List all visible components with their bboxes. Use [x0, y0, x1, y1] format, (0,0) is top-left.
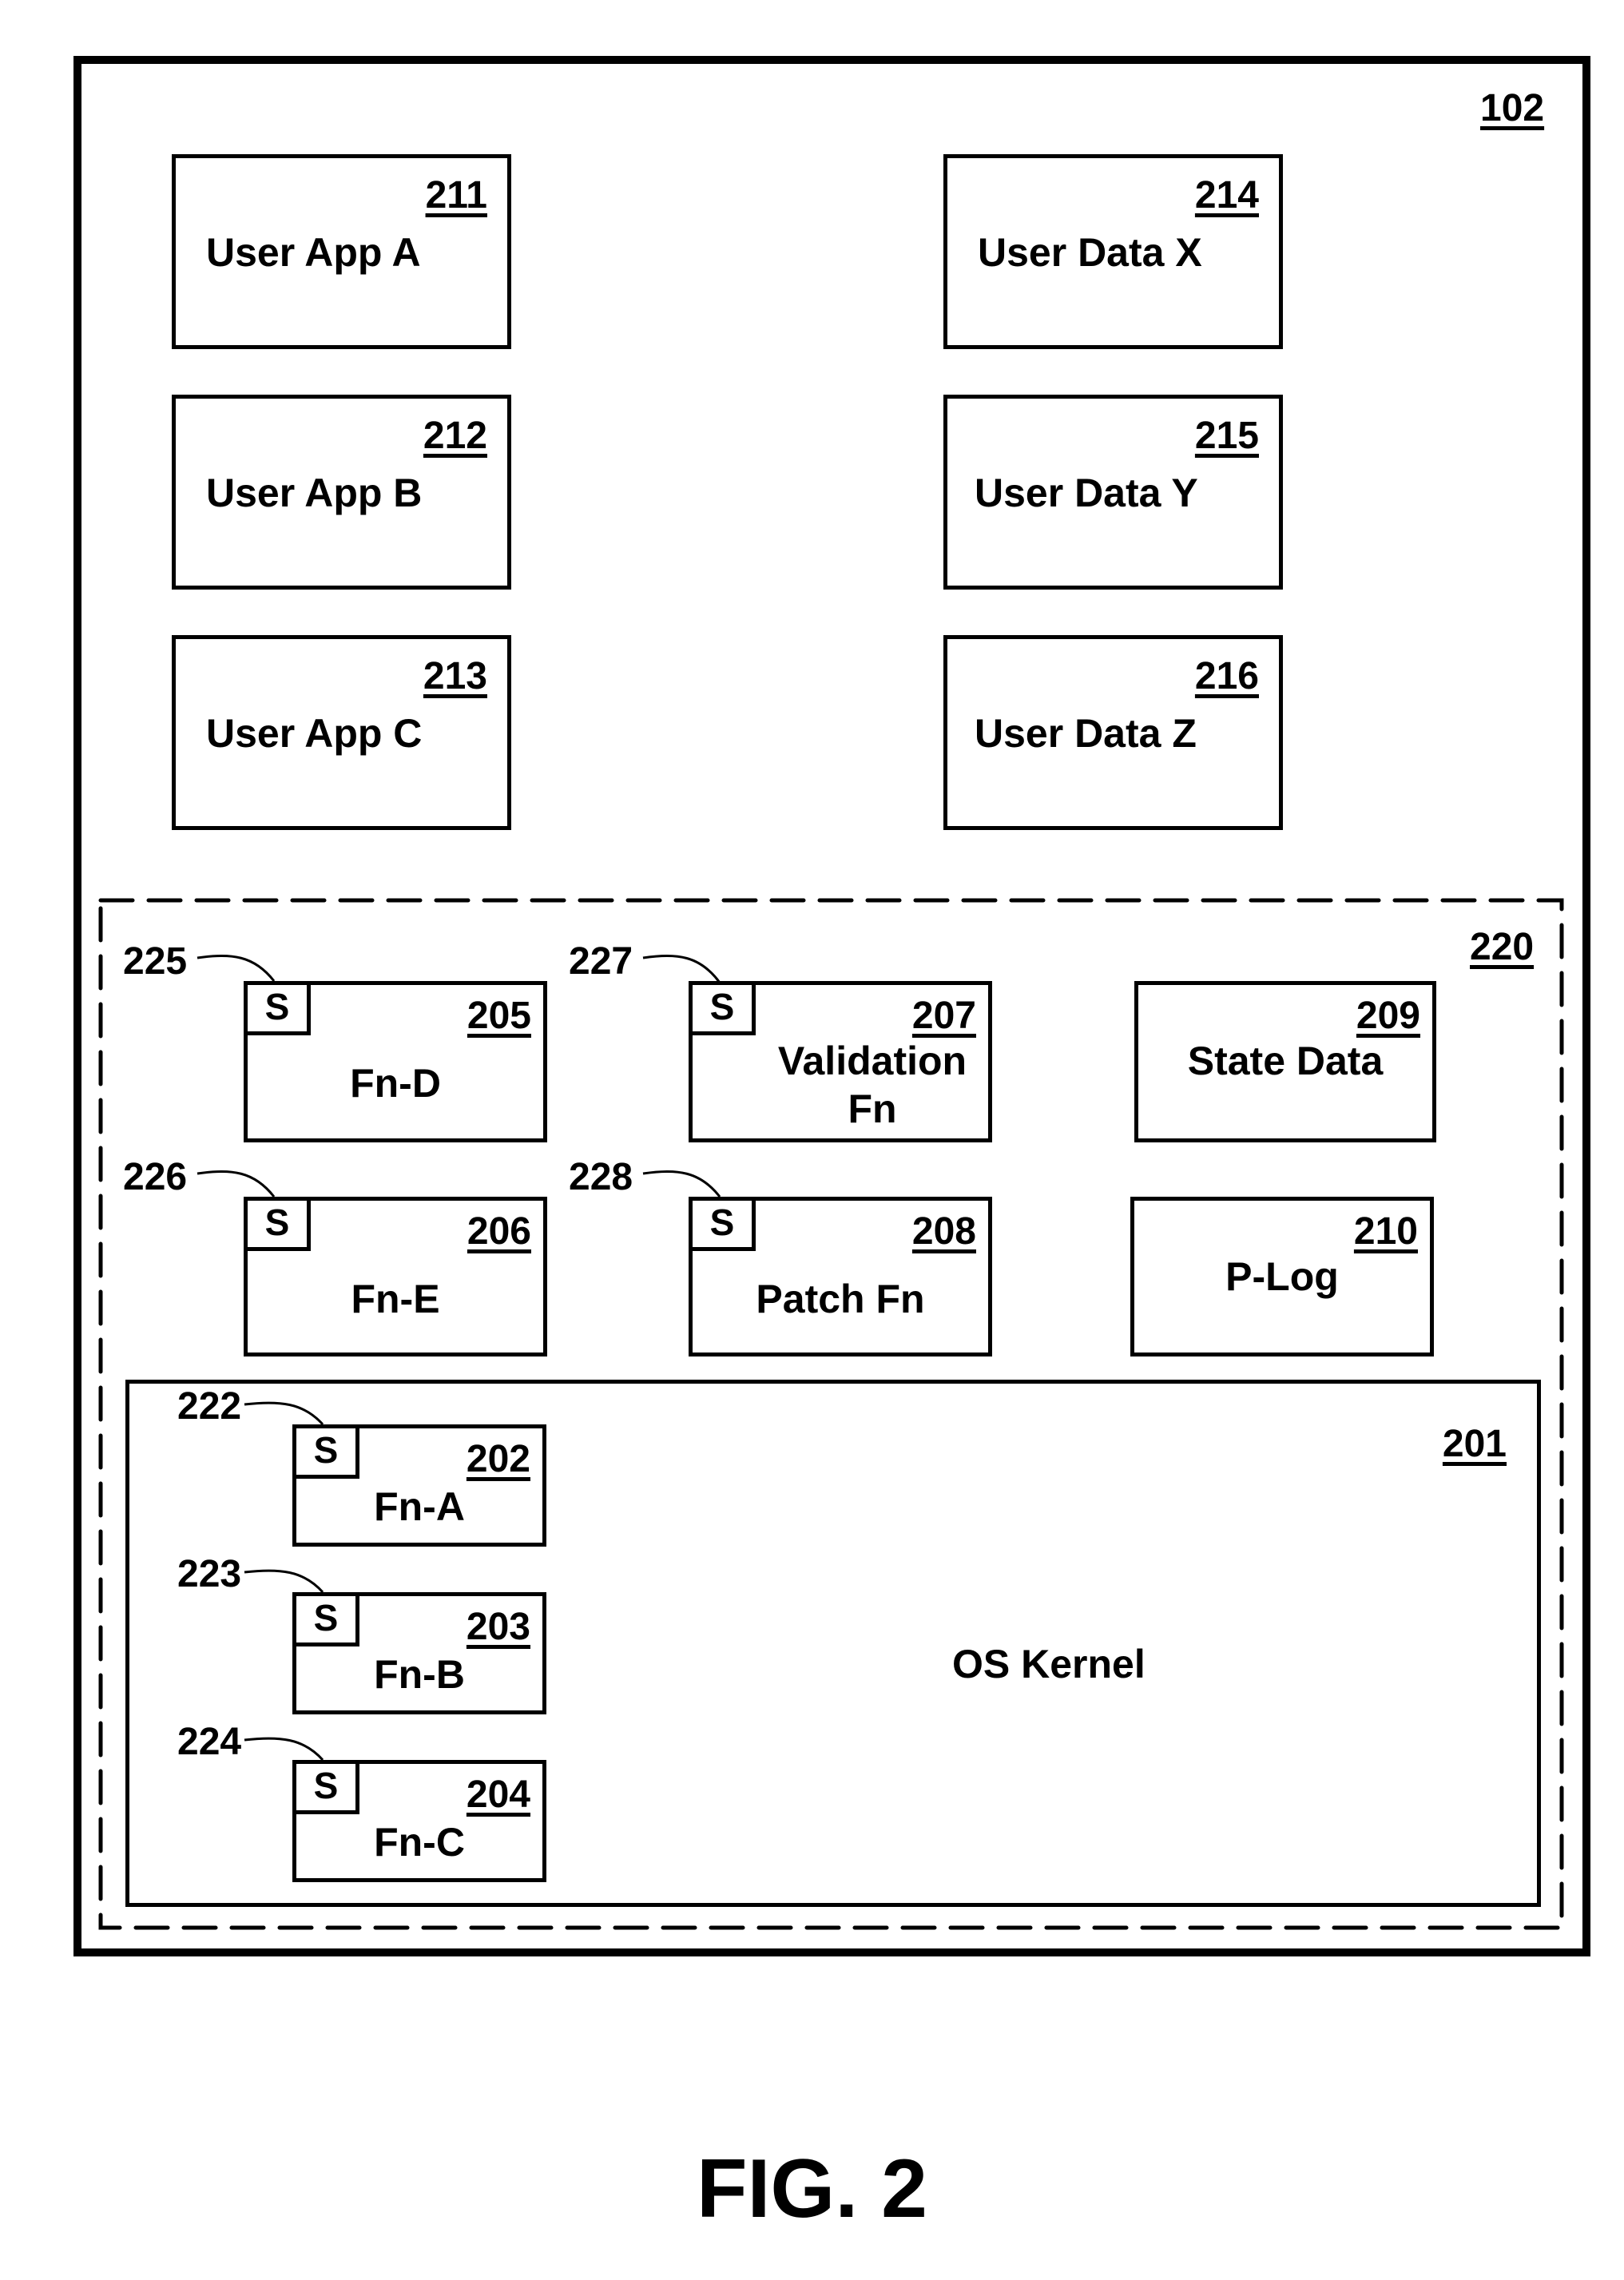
fn-a-ref: 202 [466, 1438, 530, 1480]
p-log-label: P-Log [1225, 1254, 1339, 1299]
fn-e-stub: S [244, 1197, 311, 1251]
user-app-b-ref: 212 [423, 415, 487, 457]
user-data-x-box: 214 User Data X [943, 154, 1283, 349]
stub-ref-224: 224 [177, 1721, 242, 1763]
validation-fn-label-line1: Validation [777, 1039, 967, 1083]
user-app-c-box: 213 User App C [172, 635, 511, 830]
validation-fn-box: S 207 Validation Fn [689, 981, 992, 1142]
fn-c-stub: S [292, 1760, 359, 1814]
os-kernel-label: OS Kernel [952, 1642, 1146, 1686]
stub-ref-222: 222 [177, 1385, 242, 1428]
fn-d-stub: S [244, 981, 311, 1035]
user-app-c-ref: 213 [423, 655, 487, 697]
fn-d-box: S 205 Fn-D [244, 981, 547, 1142]
user-data-z-label: User Data Z [975, 711, 1197, 756]
fn-e-label: Fn-E [351, 1277, 440, 1321]
fn-a-box: S 202 Fn-A [292, 1424, 546, 1547]
fn-c-ref: 204 [466, 1774, 530, 1816]
patch-fn-label: Patch Fn [756, 1277, 925, 1321]
user-data-y-box: 215 User Data Y [943, 395, 1283, 590]
fn-e-box: S 206 Fn-E [244, 1197, 547, 1356]
fn-c-box: S 204 Fn-C [292, 1760, 546, 1882]
validation-fn-label-line2: Fn [848, 1086, 897, 1131]
user-data-y-label: User Data Y [975, 471, 1198, 515]
stub-ref-226: 226 [123, 1156, 188, 1198]
state-data-label: State Data [1187, 1039, 1384, 1083]
patch-fn-box: S 208 Patch Fn [689, 1197, 992, 1356]
fn-a-stub: S [292, 1424, 359, 1479]
p-log-ref: 210 [1353, 1210, 1418, 1253]
device-ref-label: 102 [1480, 87, 1545, 129]
validation-fn-stub: S [689, 981, 756, 1035]
fn-e-ref: 206 [467, 1210, 531, 1253]
state-data-box: 209 State Data [1134, 981, 1436, 1142]
user-app-a-box: 211 User App A [172, 154, 511, 349]
user-app-a-label: User App A [206, 230, 421, 275]
fn-b-box: S 203 Fn-B [292, 1592, 546, 1714]
patch-fn-stub: S [689, 1197, 756, 1251]
user-data-x-ref: 214 [1194, 174, 1259, 216]
patch-fn-ref: 208 [911, 1210, 976, 1253]
stub-ref-227: 227 [569, 940, 633, 983]
figure-caption: FIG. 2 [697, 2143, 927, 2235]
stub-ref-228: 228 [569, 1156, 633, 1198]
fn-d-label: Fn-D [350, 1061, 441, 1106]
stub-ref-225: 225 [123, 940, 188, 983]
state-data-ref: 209 [1356, 995, 1420, 1037]
fn-b-label: Fn-B [374, 1652, 465, 1697]
validation-fn-ref: 207 [911, 995, 976, 1037]
fn-b-stub: S [292, 1592, 359, 1646]
user-data-z-ref: 216 [1194, 655, 1259, 697]
user-data-z-box: 216 User Data Z [943, 635, 1283, 830]
fn-c-label: Fn-C [374, 1820, 465, 1865]
fn-b-ref: 203 [466, 1606, 530, 1648]
fn-d-ref: 205 [467, 995, 531, 1037]
user-data-x-label: User Data X [978, 230, 1202, 275]
user-app-c-label: User App C [206, 711, 423, 756]
user-app-b-label: User App B [206, 471, 423, 515]
os-kernel-ref: 201 [1442, 1423, 1507, 1465]
protected-region-ref: 220 [1470, 926, 1535, 968]
user-data-y-ref: 215 [1194, 415, 1259, 457]
stub-ref-223: 223 [177, 1553, 242, 1595]
p-log-box: 210 P-Log [1130, 1197, 1434, 1356]
user-app-b-box: 212 User App B [172, 395, 511, 590]
fn-a-label: Fn-A [374, 1484, 465, 1529]
user-app-a-ref: 211 [425, 174, 487, 216]
